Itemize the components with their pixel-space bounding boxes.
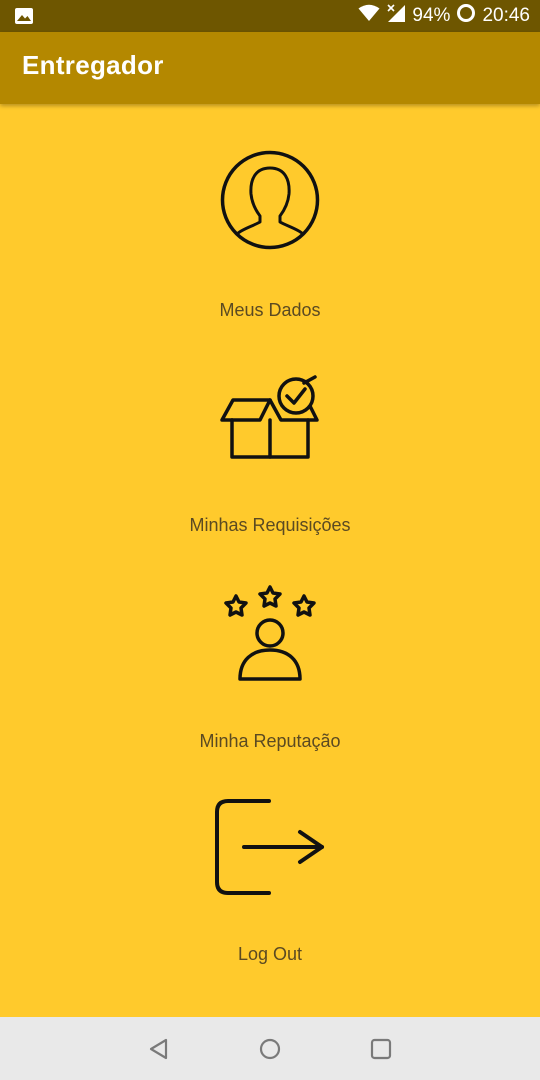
navigation-bar (0, 1017, 540, 1080)
menu-item-meus-dados[interactable]: Meus Dados (0, 150, 540, 325)
app-bar: Entregador (0, 32, 540, 104)
wifi-icon (358, 4, 380, 28)
menu-item-minha-reputacao[interactable]: Minha Reputação (0, 585, 540, 755)
image-icon (14, 6, 34, 31)
status-icons: 94% 20:46 (358, 0, 530, 32)
signal-icon (386, 3, 406, 29)
logout-icon (214, 798, 326, 896)
menu-item-log-out[interactable]: Log Out (0, 798, 540, 970)
menu-item-minhas-requisicoes[interactable]: Minhas Requisições (0, 375, 540, 540)
box-check-icon (220, 375, 320, 461)
menu-label: Meus Dados (219, 300, 321, 320)
menu-label: Minhas Requisições (189, 515, 351, 535)
app-title: Entregador (22, 50, 164, 80)
back-icon[interactable] (146, 1035, 174, 1063)
user-stars-icon (220, 585, 320, 683)
battery-percent: 94% (412, 5, 451, 26)
battery-icon (456, 3, 476, 29)
menu-label: Log Out (237, 944, 303, 964)
recents-icon[interactable] (367, 1035, 395, 1063)
user-profile-icon (220, 150, 320, 250)
status-bar: 94% 20:46 (0, 0, 540, 32)
menu-label: Minha Reputação (199, 731, 341, 751)
clock: 20:46 (482, 5, 530, 26)
home-icon[interactable] (256, 1035, 284, 1063)
